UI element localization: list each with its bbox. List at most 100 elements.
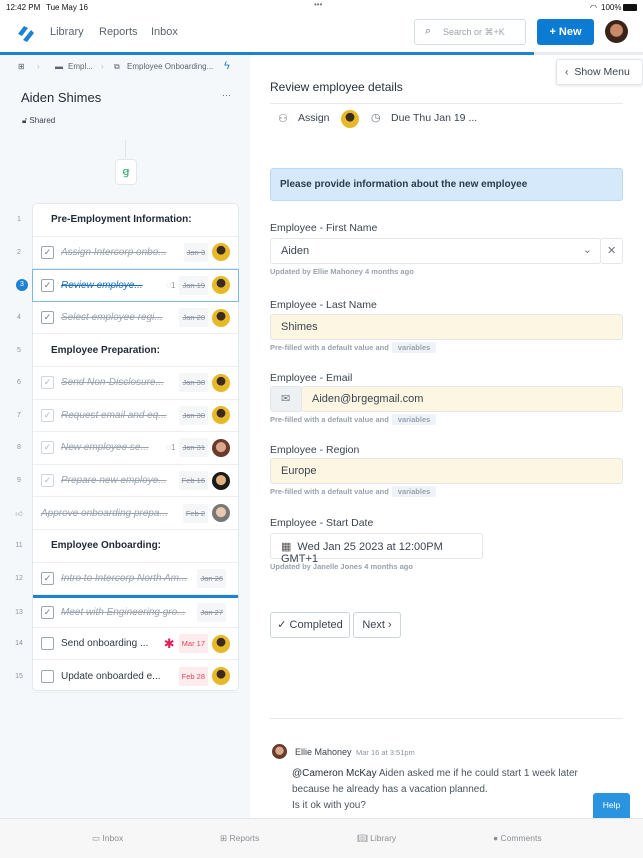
section-header[interactable]: 5 Employee Preparation: bbox=[17, 334, 238, 367]
new-button[interactable]: + New bbox=[537, 19, 594, 45]
user-avatar[interactable] bbox=[605, 20, 628, 43]
variables-tag[interactable]: variables bbox=[391, 342, 437, 353]
task-title[interactable]: Review employe... bbox=[61, 280, 163, 291]
comment-body: @Cameron McKay Aiden asked me if he coul… bbox=[292, 766, 612, 798]
task-checkbox[interactable]: ✓ bbox=[41, 311, 54, 325]
task-title[interactable]: Approve onboarding prepa... bbox=[41, 508, 179, 519]
task-checkbox[interactable]: ✓ bbox=[41, 474, 54, 488]
task-title[interactable]: Meet with Engineering gro... bbox=[61, 607, 193, 618]
task-checkbox[interactable]: ✓ bbox=[41, 441, 54, 455]
section-header[interactable]: 11 Employee Onboarding: bbox=[15, 530, 238, 563]
task-title[interactable]: Intro to Intercorp North Am... bbox=[61, 573, 193, 584]
task-row[interactable]: 12 ✓ Intro to Intercorp North Am... Jan 26 bbox=[15, 563, 238, 596]
user-icon: ⚇ bbox=[278, 113, 288, 125]
assignee-avatar[interactable] bbox=[341, 110, 359, 128]
start-date-label: Employee - Start Date bbox=[270, 517, 374, 529]
task-row[interactable]: 4 ✓ Select employee regi... Jan 20 bbox=[17, 302, 238, 335]
show-menu-button[interactable]: ‹ Show Menu bbox=[556, 59, 643, 85]
task-number: 14 bbox=[15, 640, 23, 648]
task-checkbox[interactable]: ✓ bbox=[41, 408, 54, 422]
task-title[interactable]: Request email and eq... bbox=[61, 410, 175, 421]
search-input[interactable]: ⌕ Search or ⌘+K bbox=[414, 19, 526, 45]
region-input[interactable]: Europe bbox=[270, 458, 623, 484]
task-title[interactable]: Assign Intercorp onbo... bbox=[61, 247, 180, 258]
task-title[interactable]: Select employee regi... bbox=[61, 312, 175, 323]
comment-count: ◌1 bbox=[166, 281, 175, 290]
task-checkbox[interactable]: ✓ bbox=[41, 376, 54, 390]
more-menu-button[interactable]: ··· bbox=[222, 90, 231, 100]
calendar-icon: ▦ bbox=[281, 541, 292, 553]
chevron-right-icon: › bbox=[101, 62, 104, 71]
start-date-input[interactable]: ▦ Wed Jan 25 2023 at 12:00PM GMT+1 bbox=[270, 533, 483, 565]
hierarchy-icon[interactable]: ⊞ bbox=[18, 62, 25, 71]
next-button[interactable]: Next › bbox=[353, 612, 401, 638]
task-title[interactable]: Send Non-Disclosure... bbox=[61, 377, 175, 388]
run-title[interactable]: Aiden Shimes bbox=[21, 90, 101, 105]
due-date: Jan 27 bbox=[197, 602, 226, 622]
task-row[interactable]: 2 ✓ Assign Intercorp onbo... Jan 3 bbox=[17, 237, 238, 270]
comment-text-2: Is it ok with you? bbox=[292, 800, 366, 811]
task-title[interactable]: Prepare new employe... bbox=[61, 475, 175, 486]
email-input[interactable]: Aiden@brgegmail.com bbox=[301, 386, 623, 412]
task-row[interactable]: 8 ✓ New employee se... ◌1 Jan 31 bbox=[17, 432, 238, 465]
task-checkbox[interactable] bbox=[41, 637, 54, 651]
show-menu-label: Show Menu bbox=[574, 66, 630, 78]
task-row[interactable]: 9 ✓ Prepare new employe... Feb 16 bbox=[17, 465, 238, 498]
logo-icon[interactable] bbox=[14, 22, 36, 44]
task-row[interactable]: 13 ✓ Meet with Engineering gro... Jan 27 bbox=[15, 595, 238, 628]
last-name-input[interactable]: Shimes bbox=[270, 314, 623, 340]
nav-library[interactable]: Library bbox=[50, 26, 84, 38]
task-row[interactable]: 7 ✓ Request email and eq... Jan 30 bbox=[17, 400, 238, 433]
task-title[interactable]: New employee se... bbox=[61, 442, 163, 453]
breadcrumb-folder[interactable]: Empl... bbox=[68, 62, 93, 71]
task-checkbox[interactable]: ✓ bbox=[41, 245, 54, 259]
nav-reports[interactable]: Reports bbox=[99, 26, 138, 38]
start-date-help: Updated by Janelle Jones 4 months ago bbox=[270, 562, 413, 571]
clear-button[interactable]: ✕ bbox=[600, 238, 623, 264]
multitask-dots-icon[interactable]: ••• bbox=[314, 0, 322, 9]
assignee-avatar bbox=[212, 276, 230, 295]
count: 1 bbox=[171, 280, 176, 290]
shared-status[interactable]: 🔓︎ Shared bbox=[22, 116, 55, 126]
due-date-button[interactable]: Due Thu Jan 19 ... bbox=[391, 112, 477, 124]
last-name-help: Pre-filled with a default value and varia… bbox=[270, 342, 437, 353]
date: Tue May 16 bbox=[46, 3, 88, 12]
due-date: Mar 17 bbox=[178, 634, 208, 654]
tab-comments[interactable]: ● Comments bbox=[493, 833, 542, 843]
tab-library[interactable]: 📖︎ Library bbox=[357, 833, 396, 844]
breadcrumb-workflow[interactable]: Employee Onboarding... bbox=[127, 62, 213, 71]
section-header[interactable]: 1 Pre-Employment Information: bbox=[17, 204, 238, 237]
task-checkbox[interactable]: ✓ bbox=[41, 278, 54, 292]
task-checkbox[interactable]: ✓ bbox=[41, 571, 54, 585]
assignee-avatar bbox=[212, 243, 230, 262]
help-button[interactable]: Help bbox=[593, 793, 630, 818]
task-number: 1 bbox=[17, 216, 21, 224]
search-icon: ⌕ bbox=[425, 25, 432, 37]
nav-inbox[interactable]: Inbox bbox=[151, 26, 178, 38]
task-title[interactable]: Send onboarding ... bbox=[61, 638, 160, 649]
automation-bolt-icon[interactable]: ϟ bbox=[224, 60, 230, 72]
task-number: 6 bbox=[17, 379, 21, 387]
task-number: 5 bbox=[17, 346, 21, 354]
task-row[interactable]: 👍︎ Approve onboarding prepa... Feb 2 bbox=[15, 497, 238, 530]
task-row[interactable]: 3 ✓ Review employe... ◌1 Jan 19 bbox=[16, 269, 239, 302]
variables-tag[interactable]: variables bbox=[391, 486, 437, 497]
region-help: Pre-filled with a default value and varia… bbox=[270, 486, 437, 497]
comment-time: Mar 16 at 3:51pm bbox=[356, 748, 415, 757]
task-row[interactable]: 6 ✓ Send Non-Disclosure... Jan 30 bbox=[17, 367, 238, 400]
variables-tag[interactable]: variables bbox=[391, 414, 437, 425]
tab-reports[interactable]: ⊞ Reports bbox=[220, 833, 259, 844]
tab-inbox[interactable]: ▭ Inbox bbox=[92, 833, 123, 844]
first-name-select[interactable]: Aiden ⌄ bbox=[270, 238, 601, 264]
task-title[interactable]: Update onboarded e... bbox=[61, 671, 175, 682]
start-trigger-icon[interactable]: ꞡ bbox=[115, 159, 137, 185]
task-checkbox[interactable]: ✓ bbox=[41, 605, 54, 619]
first-name-help: Updated by Ellie Mahoney 4 months ago bbox=[270, 267, 414, 276]
task-row[interactable]: 14 Send onboarding ... ✱ Mar 17 bbox=[15, 628, 238, 661]
task-row[interactable]: 15 Update onboarded e... Feb 28 bbox=[15, 660, 238, 693]
due-date: Jan 20 bbox=[179, 308, 208, 328]
assign-button[interactable]: Assign bbox=[298, 112, 330, 124]
task-checkbox[interactable] bbox=[41, 669, 54, 683]
mention[interactable]: @Cameron McKay bbox=[292, 768, 377, 779]
completed-button[interactable]: ✓ Completed bbox=[270, 612, 350, 638]
